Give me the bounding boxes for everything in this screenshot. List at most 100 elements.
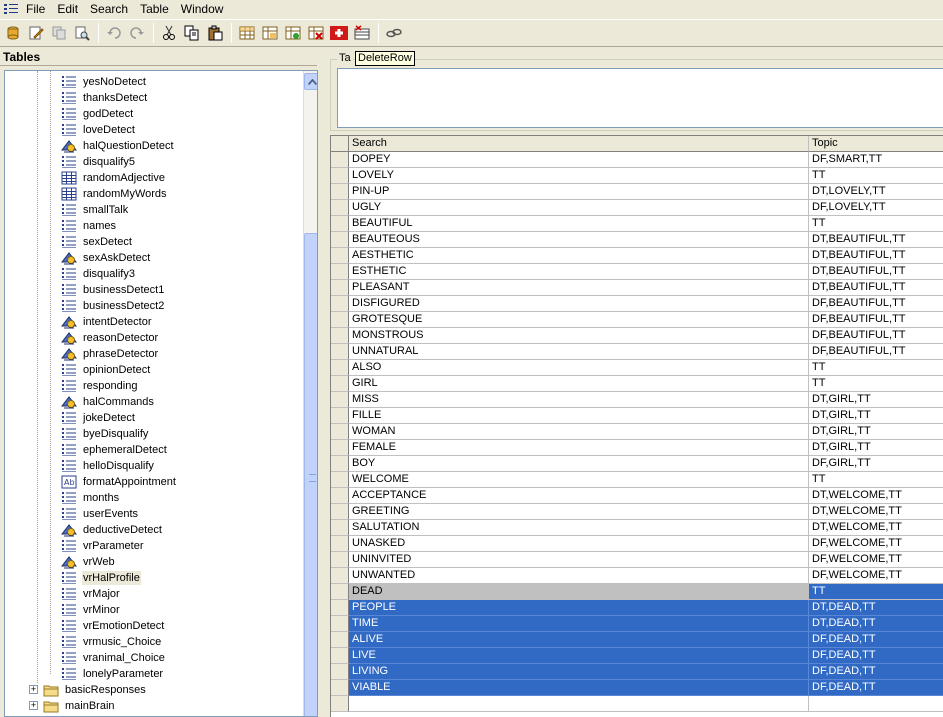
cell-topic[interactable]: DT,GIRL,TT bbox=[809, 408, 943, 424]
row-indicator[interactable] bbox=[331, 488, 349, 504]
row-indicator[interactable] bbox=[331, 152, 349, 168]
cell-topic[interactable]: DT,DEAD,TT bbox=[809, 616, 943, 632]
cell-search[interactable]: GREETING bbox=[349, 504, 809, 520]
table-row[interactable]: WOMAN DT,GIRL,TT bbox=[331, 424, 943, 440]
tree-item[interactable]: disqualify3 bbox=[61, 266, 136, 282]
tree-item[interactable]: randomAdjective bbox=[61, 170, 166, 186]
cell-search[interactable]: ACCEPTANCE bbox=[349, 488, 809, 504]
cell-search[interactable]: WOMAN bbox=[349, 424, 809, 440]
cell-topic[interactable]: DT,GIRL,TT bbox=[809, 440, 943, 456]
table-row[interactable]: FILLE DT,GIRL,TT bbox=[331, 408, 943, 424]
cell-search[interactable]: MONSTROUS bbox=[349, 328, 809, 344]
table-row[interactable]: LIVE DF,DEAD,TT bbox=[331, 648, 943, 664]
column-header-topic[interactable]: Topic bbox=[809, 136, 943, 152]
tree-item[interactable]: smallTalk bbox=[61, 202, 129, 218]
cell-topic[interactable]: DT,BEAUTIFUL,TT bbox=[809, 264, 943, 280]
expand-toggle[interactable]: + bbox=[29, 701, 38, 710]
cell-search[interactable]: UNNATURAL bbox=[349, 344, 809, 360]
row-indicator[interactable] bbox=[331, 696, 349, 712]
tree-item[interactable]: sexAskDetect bbox=[61, 250, 151, 266]
panel-splitter[interactable] bbox=[318, 47, 326, 717]
row-indicator[interactable] bbox=[331, 680, 349, 696]
table-row[interactable]: PIN-UP DT,LOVELY,TT bbox=[331, 184, 943, 200]
cell-search[interactable]: ESTHETIC bbox=[349, 264, 809, 280]
tree-item[interactable]: businessDetect1 bbox=[61, 282, 165, 298]
row-indicator[interactable] bbox=[331, 264, 349, 280]
cell-topic[interactable]: DF,DEAD,TT bbox=[809, 680, 943, 696]
table-row[interactable]: LOVELY TT bbox=[331, 168, 943, 184]
tree-item[interactable]: vrMajor bbox=[61, 586, 121, 602]
row-indicator[interactable] bbox=[331, 280, 349, 296]
cell-search[interactable]: GROTESQUE bbox=[349, 312, 809, 328]
cell-search[interactable]: LIVE bbox=[349, 648, 809, 664]
tables-tree[interactable]: yesNoDetect thanksDetect godDetect loveDete… bbox=[4, 70, 318, 717]
data-grid[interactable]: Search Topic DOPEY DF,SMART,TT LOVELY TT PIN… bbox=[330, 135, 943, 717]
row-indicator[interactable] bbox=[331, 184, 349, 200]
cell-topic[interactable]: DT,GIRL,TT bbox=[809, 424, 943, 440]
tree-item[interactable]: businessDetect2 bbox=[61, 298, 165, 314]
tree-item[interactable]: ephemeralDetect bbox=[61, 442, 168, 458]
menu-window[interactable]: Window bbox=[175, 1, 230, 17]
table-row[interactable]: PEOPLE DT,DEAD,TT bbox=[331, 600, 943, 616]
tree-item[interactable]: randomMyWords bbox=[61, 186, 168, 202]
cell-topic[interactable]: DF,SMART,TT bbox=[809, 152, 943, 168]
tree-item[interactable]: vrmusic_Choice bbox=[61, 634, 162, 650]
cell-topic[interactable]: TT bbox=[809, 216, 943, 232]
tree-item[interactable]: Ab formatAppointment bbox=[61, 474, 177, 490]
cell-topic[interactable]: DT,LOVELY,TT bbox=[809, 184, 943, 200]
cell-search[interactable]: UNASKED bbox=[349, 536, 809, 552]
cell-search[interactable]: UNINVITED bbox=[349, 552, 809, 568]
tree-item[interactable]: disqualify5 bbox=[61, 154, 136, 170]
table-row[interactable]: MISS DT,GIRL,TT bbox=[331, 392, 943, 408]
menu-edit[interactable]: Edit bbox=[51, 1, 84, 17]
tree-item[interactable]: loveDetect bbox=[61, 122, 136, 138]
tree-item[interactable]: vrMinor bbox=[61, 602, 121, 618]
tree-item[interactable]: thanksDetect bbox=[61, 90, 148, 106]
add-row-icon[interactable] bbox=[328, 22, 350, 44]
delete-row-icon[interactable] bbox=[351, 22, 373, 44]
cell-topic[interactable]: DT,WELCOME,TT bbox=[809, 520, 943, 536]
tree-item[interactable]: helloDisqualify bbox=[61, 458, 155, 474]
tree-item[interactable]: vrEmotionDetect bbox=[61, 618, 165, 634]
tree-item[interactable]: yesNoDetect bbox=[61, 74, 147, 90]
table-row[interactable]: AESTHETIC DT,BEAUTIFUL,TT bbox=[331, 248, 943, 264]
editor-text-area[interactable] bbox=[337, 68, 943, 128]
cell-topic[interactable]: DF,WELCOME,TT bbox=[809, 568, 943, 584]
tree-item[interactable]: responding bbox=[61, 378, 138, 394]
cell-search[interactable]: BOY bbox=[349, 456, 809, 472]
tree-item[interactable]: reasonDetector bbox=[61, 330, 159, 346]
table-row[interactable]: SALUTATION DT,WELCOME,TT bbox=[331, 520, 943, 536]
row-indicator[interactable] bbox=[331, 552, 349, 568]
tree-item[interactable]: jokeDetect bbox=[61, 410, 136, 426]
table-row[interactable]: MONSTROUS DF,BEAUTIFUL,TT bbox=[331, 328, 943, 344]
row-indicator[interactable] bbox=[331, 232, 349, 248]
cell-topic[interactable]: TT bbox=[809, 584, 943, 600]
row-indicator[interactable] bbox=[331, 168, 349, 184]
cell-search[interactable]: UNWANTED bbox=[349, 568, 809, 584]
table-row[interactable]: UNASKED DF,WELCOME,TT bbox=[331, 536, 943, 552]
cell-search[interactable]: LIVING bbox=[349, 664, 809, 680]
cell-topic[interactable]: DT,WELCOME,TT bbox=[809, 488, 943, 504]
cell-search[interactable]: FILLE bbox=[349, 408, 809, 424]
link-icon[interactable] bbox=[383, 22, 405, 44]
table-row[interactable]: DOPEY DF,SMART,TT bbox=[331, 152, 943, 168]
tree-item[interactable]: lonelyParameter bbox=[61, 666, 164, 682]
table-row[interactable]: VIABLE DF,DEAD,TT bbox=[331, 680, 943, 696]
table-row[interactable]: UNNATURAL DF,BEAUTIFUL,TT bbox=[331, 344, 943, 360]
table-row[interactable]: PLEASANT DT,BEAUTIFUL,TT bbox=[331, 280, 943, 296]
tree-scrollbar[interactable] bbox=[303, 71, 317, 716]
table-row[interactable]: BOY DF,GIRL,TT bbox=[331, 456, 943, 472]
cell-topic[interactable]: DF,DEAD,TT bbox=[809, 664, 943, 680]
cell-topic[interactable]: TT bbox=[809, 472, 943, 488]
tree-folder-main-brain[interactable]: mainBrain bbox=[43, 698, 116, 714]
cell-search[interactable]: VIABLE bbox=[349, 680, 809, 696]
cell-search[interactable]: GIRL bbox=[349, 376, 809, 392]
menu-table[interactable]: Table bbox=[134, 1, 175, 17]
cell-topic[interactable]: TT bbox=[809, 360, 943, 376]
table-row[interactable]: DEAD TT bbox=[331, 584, 943, 600]
tree-item[interactable]: intentDetector bbox=[61, 314, 152, 330]
table-row[interactable]: ALSO TT bbox=[331, 360, 943, 376]
cell-search[interactable]: DISFIGURED bbox=[349, 296, 809, 312]
cell-topic[interactable]: DF,DEAD,TT bbox=[809, 648, 943, 664]
table-row[interactable]: BEAUTIFUL TT bbox=[331, 216, 943, 232]
